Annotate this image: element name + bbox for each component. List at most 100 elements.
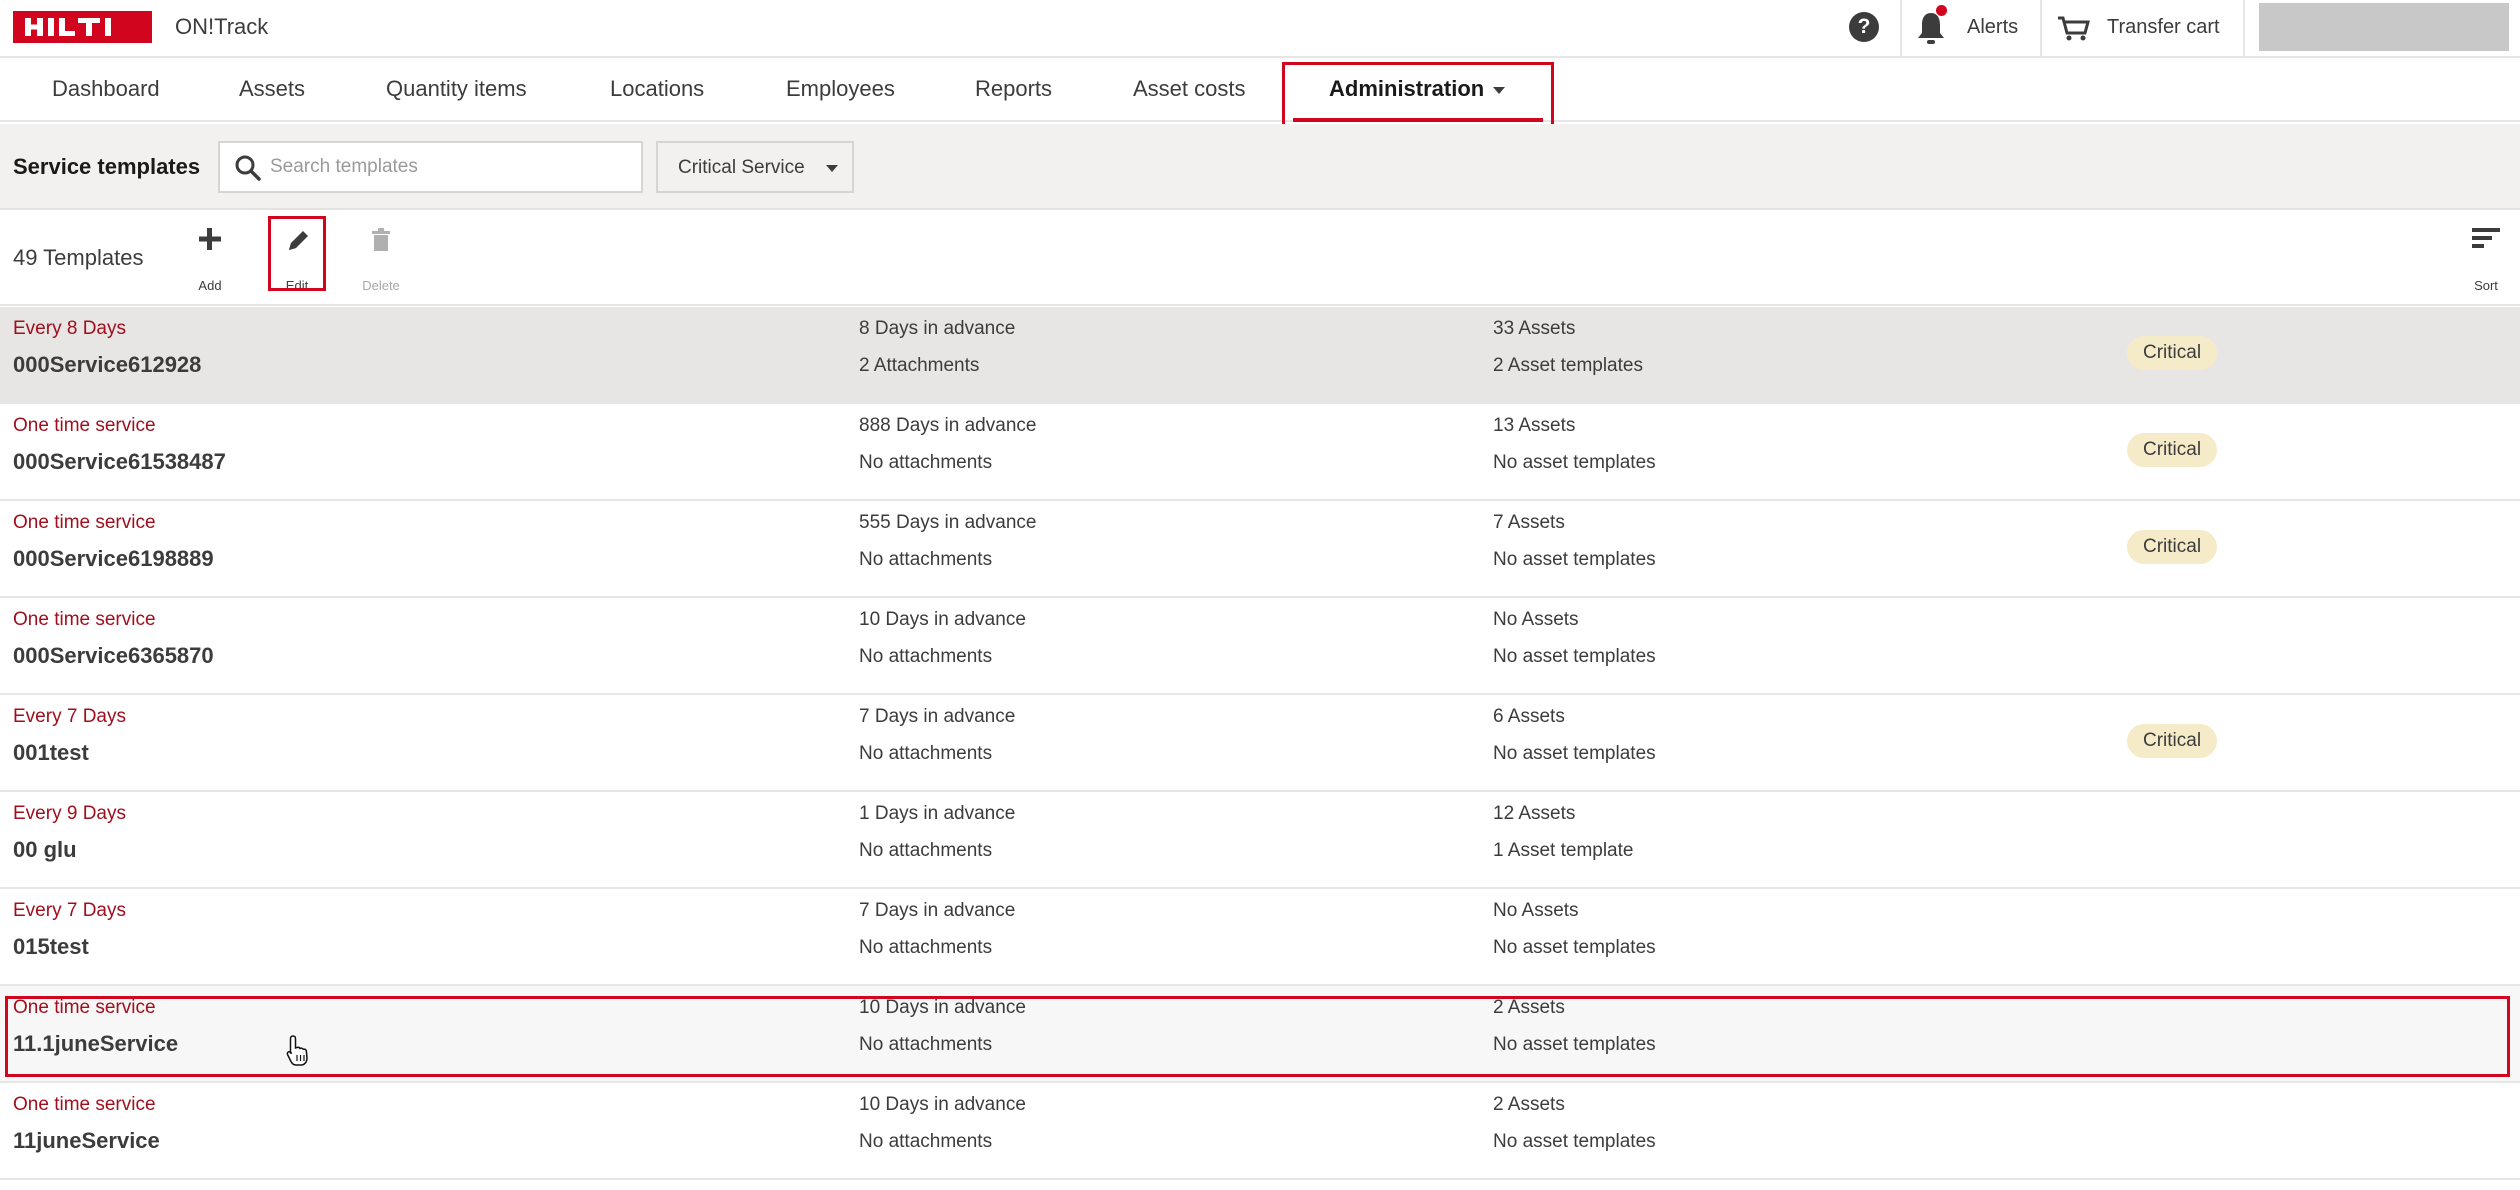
service-interval: One time service [13, 609, 156, 630]
assets-count: 2 Assets [1493, 1094, 1565, 1115]
assets-count: 6 Assets [1493, 706, 1565, 727]
template-name: 00 glu [13, 837, 77, 862]
template-name: 015test [13, 934, 89, 959]
assets-count: 12 Assets [1493, 803, 1576, 824]
notification-dot [1936, 5, 1947, 16]
days-in-advance: 555 Days in advance [859, 512, 1037, 533]
attachments-count: No attachments [859, 549, 993, 570]
assets-count: 7 Assets [1493, 512, 1565, 533]
search-box[interactable] [218, 141, 643, 193]
attachments-count: 2 Attachments [859, 355, 980, 376]
service-interval: Every 9 Days [13, 803, 126, 824]
service-interval: One time service [13, 1094, 156, 1115]
service-interval: One time service [13, 512, 156, 533]
critical-badge: Critical [2127, 336, 2218, 370]
tab-assets[interactable]: Assets [239, 76, 305, 102]
app-name: ON!Track [175, 14, 269, 39]
assets-count: 13 Assets [1493, 415, 1576, 436]
assets-count: No Assets [1493, 900, 1579, 921]
days-in-advance: 7 Days in advance [859, 706, 1016, 727]
asset-templates-count: 2 Asset templates [1493, 355, 1643, 376]
table-row[interactable]: One time service 000Service6365870 10 Da… [0, 598, 2520, 695]
days-in-advance: 888 Days in advance [859, 415, 1037, 436]
attachments-count: No attachments [859, 937, 993, 958]
search-icon [235, 155, 261, 181]
user-account-area[interactable] [2259, 3, 2509, 51]
asset-templates-count: No asset templates [1493, 1131, 1656, 1152]
template-name: 000Service6365870 [13, 643, 214, 668]
sort-icon [2472, 228, 2500, 248]
attachments-count: No attachments [859, 646, 993, 667]
add-button[interactable]: Add [180, 222, 240, 293]
plus-icon [199, 228, 221, 250]
header-divider [2243, 0, 2245, 56]
tab-employees[interactable]: Employees [786, 76, 895, 102]
header-divider [1900, 0, 1902, 56]
table-row[interactable]: Every 8 Days 000Service612928 8 Days in … [0, 307, 2520, 404]
tab-locations[interactable]: Locations [610, 76, 704, 102]
sort-button[interactable]: Sort [2456, 222, 2516, 293]
transfer-cart-label[interactable]: Transfer cart [2107, 16, 2220, 39]
table-row[interactable]: One time service 000Service6198889 555 D… [0, 501, 2520, 598]
service-interval: Every 7 Days [13, 706, 126, 727]
template-name: 001test [13, 740, 89, 765]
header-divider [2040, 0, 2042, 56]
alerts-label[interactable]: Alerts [1967, 16, 2018, 39]
days-in-advance: 7 Days in advance [859, 900, 1016, 921]
select-value: Critical Service [678, 157, 805, 178]
days-in-advance: 10 Days in advance [859, 609, 1026, 630]
service-type-select[interactable]: Critical Service [656, 141, 854, 193]
table-row[interactable]: Every 7 Days 015test 7 Days in advance N… [0, 889, 2520, 986]
delete-label: Delete [362, 278, 400, 293]
critical-badge: Critical [2127, 433, 2218, 467]
template-count: 49 Templates [13, 245, 144, 270]
template-name: 000Service612928 [13, 352, 202, 377]
assets-count: No Assets [1493, 609, 1579, 630]
filter-bar: Service templates Critical Service [0, 124, 2520, 210]
table-row[interactable]: Every 9 Days 00 glu 1 Days in advance No… [0, 792, 2520, 889]
attachments-count: No attachments [859, 452, 993, 473]
critical-badge: Critical [2127, 724, 2218, 758]
asset-templates-count: 1 Asset template [1493, 840, 1634, 861]
list-toolbar: 49 Templates Add Edit Delete Sort [0, 210, 2520, 306]
days-in-advance: 8 Days in advance [859, 318, 1016, 339]
trash-icon [372, 228, 390, 251]
add-label: Add [198, 278, 222, 293]
table-row[interactable]: Every 7 Days 001test 7 Days in advance N… [0, 695, 2520, 792]
service-interval: Every 8 Days [13, 318, 126, 339]
help-icon[interactable]: ? [1849, 12, 1879, 42]
service-interval: One time service [13, 415, 156, 436]
template-name: 000Service61538487 [13, 449, 226, 474]
attachments-count: No attachments [859, 1131, 993, 1152]
search-input[interactable] [270, 153, 630, 181]
critical-badge: Critical [2127, 530, 2218, 564]
tab-dashboard[interactable]: Dashboard [52, 76, 160, 102]
delete-button[interactable]: Delete [351, 222, 411, 293]
highlight-frame [5, 996, 2510, 1077]
table-row[interactable]: One time service 11juneService 10 Days i… [0, 1083, 2520, 1180]
highlight-frame [268, 216, 326, 291]
tab-quantity-items[interactable]: Quantity items [386, 76, 527, 102]
asset-templates-count: No asset templates [1493, 549, 1656, 570]
top-header: ON!Track ? Alerts Transfer cart [0, 0, 2520, 58]
days-in-advance: 10 Days in advance [859, 1094, 1026, 1115]
template-name: 11juneService [13, 1128, 160, 1153]
sort-label: Sort [2474, 278, 2498, 293]
attachments-count: No attachments [859, 743, 993, 764]
service-interval: Every 7 Days [13, 900, 126, 921]
hand-cursor-icon [286, 1035, 308, 1066]
asset-templates-count: No asset templates [1493, 646, 1656, 667]
template-name: 000Service6198889 [13, 546, 214, 571]
cart-icon[interactable] [2056, 14, 2090, 42]
asset-templates-count: No asset templates [1493, 452, 1656, 473]
hilti-logo[interactable] [13, 11, 152, 43]
tab-reports[interactable]: Reports [975, 76, 1052, 102]
asset-templates-count: No asset templates [1493, 743, 1656, 764]
tab-asset-costs[interactable]: Asset costs [1133, 76, 1245, 102]
main-nav: Dashboard Assets Quantity items Location… [0, 60, 2520, 122]
attachments-count: No attachments [859, 840, 993, 861]
chevron-down-icon [826, 165, 838, 172]
asset-templates-count: No asset templates [1493, 937, 1656, 958]
assets-count: 33 Assets [1493, 318, 1576, 339]
table-row[interactable]: One time service 000Service61538487 888 … [0, 404, 2520, 501]
